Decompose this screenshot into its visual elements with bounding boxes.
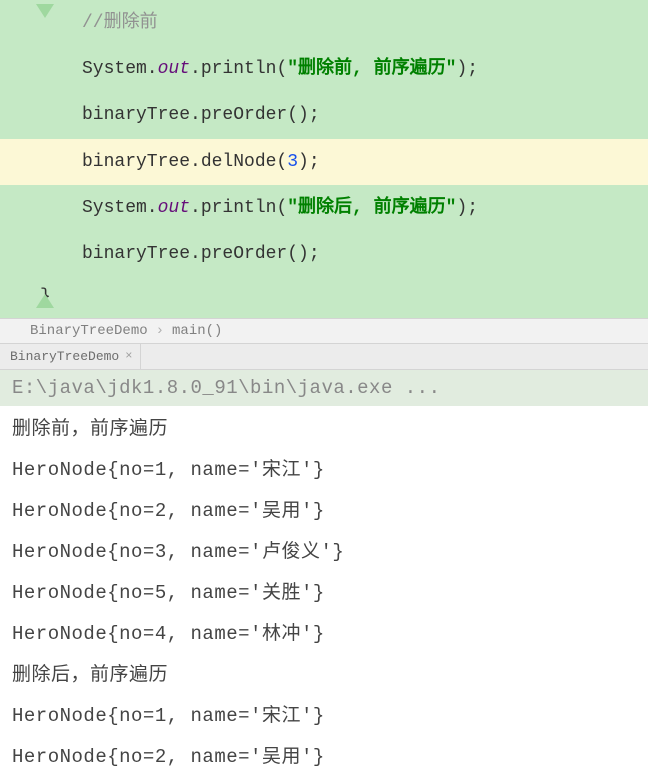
close-icon[interactable]: × (125, 349, 132, 363)
code-line-delnode: binaryTree.delNode(3); (0, 139, 648, 185)
console-line: HeroNode{no=4, name='林冲'} (0, 611, 648, 652)
code-line-comment: //删除前 (0, 0, 648, 46)
breadcrumb: BinaryTreeDemo › main() (0, 318, 648, 344)
code-line-preorder-1: binaryTree.preOrder(); (0, 92, 648, 138)
console-tab-bar: BinaryTreeDemo × (0, 344, 648, 370)
code-line-preorder-2: binaryTree.preOrder(); (0, 231, 648, 277)
console-line: HeroNode{no=1, name='宋江'} (0, 693, 648, 734)
code-line-println-after: System.out.println("删除后, 前序遍历"); (0, 185, 648, 231)
console-line: HeroNode{no=2, name='吴用'} (0, 488, 648, 529)
tab-label: BinaryTreeDemo (10, 349, 119, 364)
console-line: HeroNode{no=1, name='宋江'} (0, 447, 648, 488)
console-line: HeroNode{no=2, name='吴用'} (0, 734, 648, 775)
console-line: 删除前，前序遍历 (0, 406, 648, 447)
console-line: HeroNode{no=3, name='卢俊义'} (0, 529, 648, 570)
console-output[interactable]: E:\java\jdk1.8.0_91\bin\java.exe ... 删除前… (0, 370, 648, 775)
console-line: 删除后，前序遍历 (0, 652, 648, 693)
console-command: E:\java\jdk1.8.0_91\bin\java.exe ... (0, 370, 648, 406)
breadcrumb-method[interactable]: main() (172, 323, 222, 339)
breadcrumb-class[interactable]: BinaryTreeDemo (30, 323, 148, 339)
comment-text: //删除前 (82, 13, 158, 33)
chevron-right-icon: › (156, 323, 164, 339)
console-line: HeroNode{no=5, name='关胜'} (0, 570, 648, 611)
tab-binarytreedemo[interactable]: BinaryTreeDemo × (0, 344, 141, 369)
code-line-brace: } (0, 277, 648, 318)
code-line-println-before: System.out.println("删除前, 前序遍历"); (0, 46, 648, 92)
code-editor[interactable]: //删除前 System.out.println("删除前, 前序遍历"); b… (0, 0, 648, 318)
